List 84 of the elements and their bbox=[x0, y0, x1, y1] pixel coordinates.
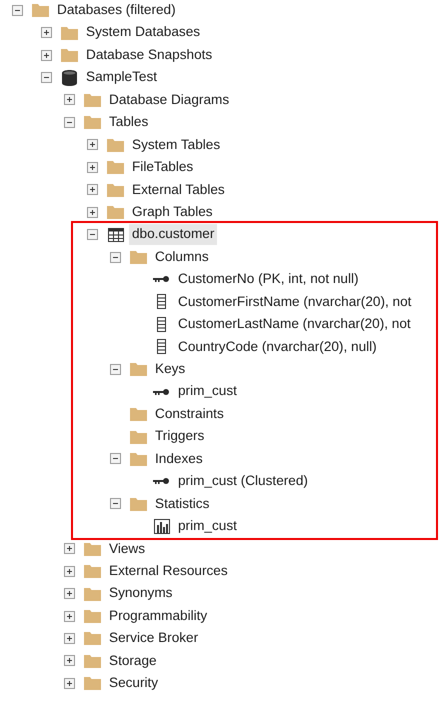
tree-item[interactable]: CustomerNo (PK, int, not null) bbox=[175, 269, 362, 290]
tree-item[interactable]: CustomerLastName (nvarchar(20), not bbox=[175, 314, 414, 335]
tree-item[interactable]: External Resources bbox=[106, 560, 231, 582]
tree-item[interactable]: Views bbox=[106, 538, 148, 559]
folder-icon bbox=[84, 609, 101, 624]
folder-icon bbox=[61, 48, 78, 62]
expand-icon[interactable] bbox=[40, 27, 52, 38]
tree-item[interactable]: System Tables bbox=[129, 134, 224, 156]
collapse-icon[interactable] bbox=[110, 498, 120, 510]
column-icon bbox=[157, 294, 166, 310]
collapse-icon[interactable] bbox=[110, 453, 120, 464]
tree-item[interactable]: Indexes bbox=[152, 448, 206, 470]
collapse-icon[interactable] bbox=[40, 72, 52, 84]
folder-icon bbox=[84, 676, 101, 690]
tree-item[interactable]: Columns bbox=[152, 246, 212, 268]
collapse-icon[interactable] bbox=[110, 364, 120, 375]
tree-item[interactable]: Storage bbox=[106, 650, 160, 672]
tree-item[interactable]: Triggers bbox=[152, 426, 208, 447]
tree-item[interactable]: Synonyms bbox=[106, 583, 176, 604]
folder-icon bbox=[84, 654, 101, 668]
folder-icon bbox=[84, 586, 101, 601]
tree-item[interactable]: Service Broker bbox=[106, 628, 202, 649]
tree-item[interactable]: prim_cust (Clustered) bbox=[175, 471, 311, 492]
tree-item[interactable]: CountryCode (nvarchar(20), null) bbox=[175, 336, 380, 357]
tree-item[interactable]: Programmability bbox=[106, 606, 210, 626]
tree-item[interactable]: prim_cust bbox=[175, 516, 240, 536]
expand-icon[interactable] bbox=[64, 566, 74, 577]
tree-item[interactable]: SampleTest bbox=[83, 67, 160, 88]
tree-item[interactable]: Keys bbox=[152, 359, 188, 380]
tree-item[interactable]: Tables bbox=[106, 112, 152, 133]
expand-icon[interactable] bbox=[86, 162, 98, 173]
key-icon bbox=[153, 388, 170, 396]
folder-icon bbox=[61, 26, 78, 40]
expand-icon[interactable] bbox=[64, 655, 74, 666]
collapse-icon[interactable] bbox=[110, 252, 120, 263]
folder-icon bbox=[107, 160, 124, 174]
tree-item[interactable]: Constraints bbox=[152, 404, 227, 424]
folder-icon bbox=[130, 496, 147, 511]
folder-icon bbox=[84, 92, 101, 107]
folder-icon bbox=[130, 407, 147, 422]
tree-item[interactable]: CustomerFirstName (nvarchar(20), not bbox=[175, 292, 414, 312]
column-icon bbox=[157, 339, 166, 354]
folder-icon bbox=[32, 3, 49, 18]
folder-icon bbox=[130, 430, 147, 444]
tree-item[interactable]: Database Diagrams bbox=[106, 90, 232, 110]
key-icon bbox=[153, 477, 170, 486]
collapse-icon[interactable] bbox=[64, 116, 74, 128]
tree-item[interactable]: dbo.customer bbox=[129, 224, 218, 245]
folder-icon bbox=[130, 362, 147, 376]
expand-icon[interactable] bbox=[64, 632, 74, 644]
expand-icon[interactable] bbox=[86, 206, 98, 218]
folder-icon bbox=[107, 138, 124, 152]
expand-icon[interactable] bbox=[86, 184, 98, 196]
tree-item[interactable]: prim_cust bbox=[175, 381, 240, 402]
folder-icon bbox=[84, 631, 101, 646]
tree-item[interactable]: External Tables bbox=[129, 180, 228, 200]
tree-item[interactable]: Graph Tables bbox=[129, 202, 216, 222]
bar-chart-icon bbox=[154, 518, 170, 534]
folder-icon bbox=[130, 452, 147, 466]
tree-item[interactable]: Security bbox=[106, 673, 162, 694]
expand-icon[interactable] bbox=[64, 94, 74, 106]
collapse-icon[interactable] bbox=[12, 4, 22, 16]
expand-icon[interactable] bbox=[86, 139, 98, 150]
expand-icon[interactable] bbox=[64, 543, 74, 554]
tree-item[interactable]: Database Snapshots bbox=[83, 44, 216, 66]
cylinder-icon bbox=[62, 70, 77, 86]
tree-item[interactable]: Statistics bbox=[152, 494, 212, 514]
folder-icon bbox=[130, 250, 147, 264]
folder-icon bbox=[107, 205, 124, 220]
expand-icon[interactable] bbox=[64, 610, 74, 622]
folder-icon bbox=[84, 564, 101, 578]
column-icon bbox=[157, 316, 166, 332]
table-icon bbox=[108, 228, 124, 242]
expand-icon[interactable] bbox=[64, 588, 74, 600]
tree-item[interactable]: FileTables bbox=[129, 157, 196, 178]
expand-icon[interactable] bbox=[64, 678, 74, 689]
tree-item[interactable]: System Databases bbox=[83, 22, 204, 43]
expand-icon[interactable] bbox=[40, 50, 52, 61]
folder-icon bbox=[107, 182, 124, 197]
folder-icon bbox=[84, 115, 101, 130]
collapse-icon[interactable] bbox=[86, 229, 98, 240]
key-icon bbox=[153, 275, 170, 284]
folder-icon bbox=[84, 542, 101, 556]
tree-item[interactable]: Databases (filtered) bbox=[54, 0, 179, 20]
